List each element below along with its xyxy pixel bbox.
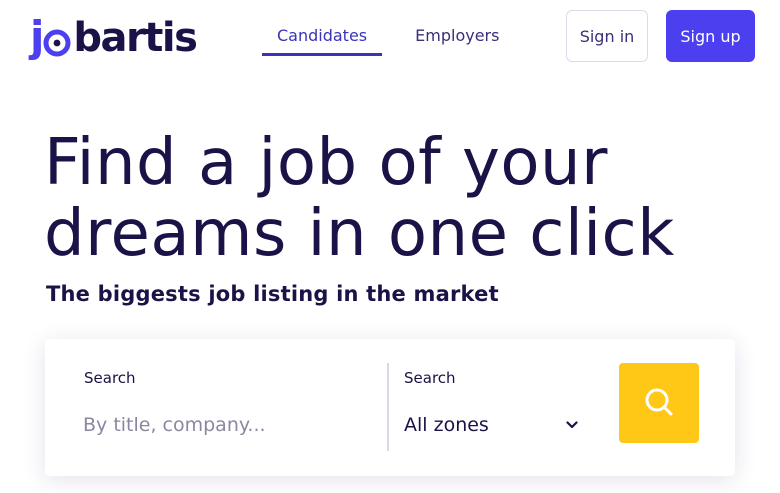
site-header: j bartis Candidates Employers Sign in Si…	[0, 0, 780, 70]
zone-label: Search	[404, 369, 456, 387]
sign-up-button[interactable]: Sign up	[666, 10, 755, 62]
zone-selected-value: All zones	[404, 414, 489, 436]
jobartis-logo[interactable]: j bartis	[30, 10, 198, 61]
logo-text: bartis	[73, 15, 198, 61]
hero-title: Find a job of your dreams in one click	[44, 126, 675, 271]
search-input[interactable]	[83, 409, 373, 441]
zone-select[interactable]: All zones	[404, 409, 579, 441]
sign-in-button[interactable]: Sign in	[566, 10, 648, 62]
search-label: Search	[84, 369, 136, 387]
search-icon	[643, 386, 675, 421]
field-divider	[387, 363, 389, 451]
hero-subtitle: The biggests job listing in the market	[46, 282, 499, 306]
location-pin-icon	[43, 26, 73, 58]
search-card: Search Search All zones	[45, 339, 735, 476]
chevron-down-icon	[565, 418, 579, 432]
tab-candidates[interactable]: Candidates	[262, 0, 383, 56]
main-nav: Candidates Employers	[262, 0, 514, 56]
tab-employers[interactable]: Employers	[400, 0, 514, 56]
search-button[interactable]	[619, 363, 699, 443]
logo-letter-j: j	[30, 12, 44, 61]
